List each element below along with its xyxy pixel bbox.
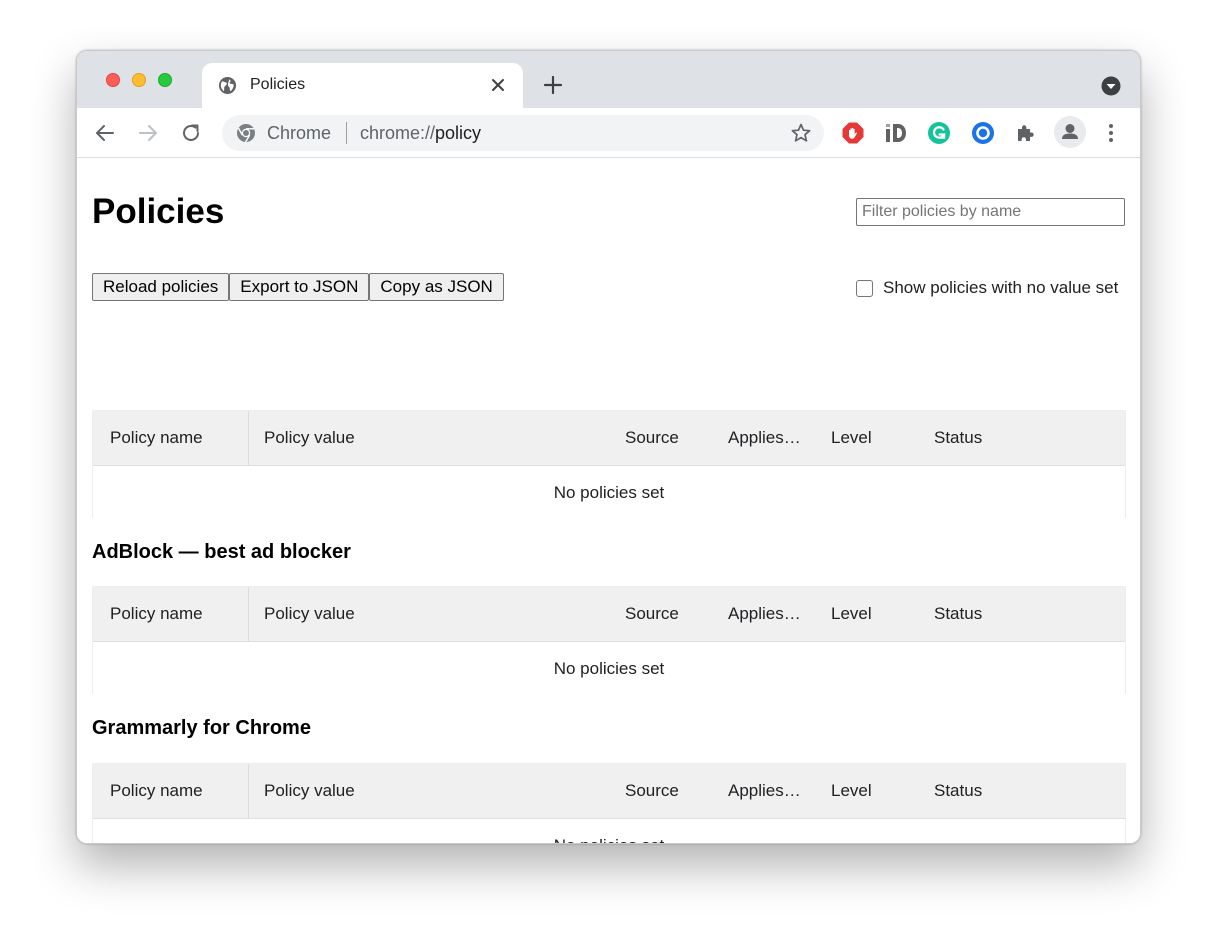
grammarly-icon[interactable]: [927, 121, 951, 145]
empty-message: No policies set: [93, 836, 1125, 843]
plus-icon[interactable]: [543, 75, 563, 95]
tab-strip: Policies: [77, 51, 1140, 108]
table-header: Policy name Policy value Source Applies……: [93, 587, 1125, 641]
column-applies[interactable]: Applies…: [728, 781, 801, 801]
empty-message: No policies set: [553, 659, 665, 678]
column-applies[interactable]: Applies…: [728, 604, 801, 624]
column-divider: [248, 587, 249, 641]
policy-table-adblock: Policy name Policy value Source Applies……: [92, 586, 1126, 694]
forward-arrow-icon[interactable]: [136, 121, 160, 145]
column-level[interactable]: Level: [831, 604, 872, 624]
chrome-logo-icon[interactable]: [236, 123, 256, 143]
column-policy-name[interactable]: Policy name: [110, 781, 203, 801]
reload-policies-button[interactable]: Reload policies: [92, 273, 230, 301]
export-json-button[interactable]: Export to JSON: [229, 273, 370, 301]
column-applies[interactable]: Applies…: [728, 428, 801, 448]
tab-title: Policies: [250, 76, 306, 93]
column-policy-value[interactable]: Policy value: [264, 604, 355, 624]
dropdown-icon[interactable]: [1101, 76, 1121, 96]
table-row: No policies set: [93, 641, 1125, 694]
column-level[interactable]: Level: [831, 428, 872, 448]
column-status[interactable]: Status: [934, 428, 982, 448]
window-close-button[interactable]: [106, 73, 120, 87]
filter-input[interactable]: [856, 198, 1125, 226]
omnibox-separator: [346, 122, 347, 144]
table-row: No policies set: [93, 818, 1125, 843]
avatar[interactable]: [1054, 116, 1086, 148]
section-title-grammarly: Grammarly for Chrome: [92, 717, 311, 739]
url-prefix: chrome://: [360, 123, 436, 143]
section-title-adblock: AdBlock — best ad blocker: [92, 541, 351, 563]
close-icon[interactable]: [487, 74, 509, 96]
url-host: policy: [435, 123, 482, 143]
circle-extension-icon[interactable]: [971, 121, 995, 145]
action-buttons: Reload policies Export to JSON Copy as J…: [92, 273, 504, 301]
column-status[interactable]: Status: [934, 604, 982, 624]
omnibox-scheme-label: Chrome: [267, 123, 332, 143]
column-policy-name[interactable]: Policy name: [110, 604, 203, 624]
globe-icon: [218, 76, 237, 95]
back-arrow-icon[interactable]: [93, 121, 117, 145]
id-icon[interactable]: [884, 121, 908, 145]
puzzle-icon[interactable]: [1014, 121, 1038, 145]
avatar-icon: [1062, 124, 1078, 139]
column-policy-value[interactable]: Policy value: [264, 781, 355, 801]
column-status[interactable]: Status: [934, 781, 982, 801]
table-header: Policy name Policy value Source Applies……: [93, 411, 1125, 465]
column-divider: [248, 764, 249, 818]
browser-window: Policies Chrome chrome://policy Policies…: [76, 50, 1141, 844]
policy-page: Policies Reload policies Export to JSON …: [77, 158, 1140, 843]
column-level[interactable]: Level: [831, 781, 872, 801]
column-policy-value[interactable]: Policy value: [264, 428, 355, 448]
empty-message: No policies set: [553, 483, 665, 502]
tab-policies[interactable]: Policies: [202, 63, 523, 108]
column-source[interactable]: Source: [625, 604, 679, 624]
window-maximize-button[interactable]: [158, 73, 172, 87]
table-header: Policy name Policy value Source Applies……: [93, 764, 1125, 818]
show-unset-label: Show policies with no value set: [883, 278, 1119, 297]
column-source[interactable]: Source: [625, 428, 679, 448]
omnibox-url[interactable]: chrome://policy: [360, 123, 481, 144]
column-source[interactable]: Source: [625, 781, 679, 801]
adblock-icon[interactable]: [841, 121, 865, 145]
star-icon[interactable]: [790, 122, 812, 144]
page-title: Policies: [92, 192, 225, 231]
window-minimize-button[interactable]: [132, 73, 146, 87]
kebab-menu-icon[interactable]: [1099, 121, 1123, 145]
table-row: No policies set: [93, 465, 1125, 518]
reload-icon[interactable]: [179, 121, 203, 145]
column-divider: [248, 411, 249, 465]
policy-table-chrome: Policy name Policy value Source Applies……: [92, 410, 1126, 518]
copy-json-button[interactable]: Copy as JSON: [369, 273, 504, 301]
policy-table-grammarly: Policy name Policy value Source Applies……: [92, 763, 1126, 843]
column-policy-name[interactable]: Policy name: [110, 428, 203, 448]
omnibox[interactable]: Chrome chrome://policy: [222, 115, 824, 151]
show-unset-toggle[interactable]: Show policies with no value set: [856, 278, 1118, 298]
toolbar: Chrome chrome://policy: [77, 108, 1140, 158]
show-unset-checkbox[interactable]: [856, 279, 873, 297]
